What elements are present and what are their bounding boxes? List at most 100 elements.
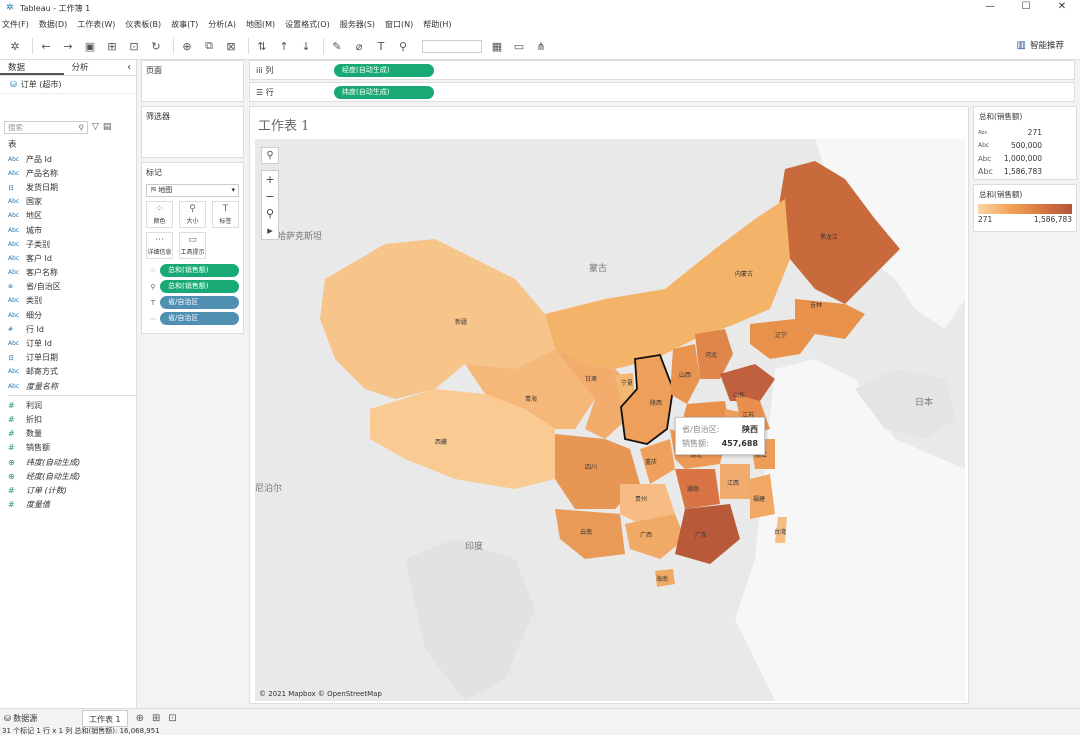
mark-type-dropdown[interactable]: ⛿ 地图 ▾	[146, 184, 239, 197]
dimension-field[interactable]: Abc 城市	[8, 223, 136, 237]
dimension-field[interactable]: Abc 国家	[8, 195, 136, 209]
show-labels-icon[interactable]: T	[372, 37, 390, 55]
minimize-button[interactable]: —	[972, 0, 1008, 16]
cards-column: 页面 筛选器 标记 ⛿ 地图 ▾ ⁘ 颜色 ⚲ 大小 T 标签 ⋯ 详细信息 ▭ 工具提示 ⁘ 总和…	[137, 60, 247, 708]
measure-field[interactable]: # 利润	[8, 398, 136, 412]
menu-dashboard[interactable]: 仪表板(B)	[125, 19, 161, 30]
redo-icon[interactable]: →	[59, 37, 77, 55]
pages-card[interactable]: 页面	[141, 60, 244, 102]
refresh-icon[interactable]: ↻	[147, 37, 165, 55]
measure-field[interactable]: # 数量	[8, 427, 136, 441]
new-datasource-icon[interactable]: ⊞	[103, 37, 121, 55]
sort-asc-icon[interactable]: ↑	[275, 37, 293, 55]
close-button[interactable]: ✕	[1044, 0, 1080, 16]
menu-server[interactable]: 服务器(S)	[340, 19, 375, 30]
menu-map[interactable]: 地图(M)	[246, 19, 275, 30]
menu-format[interactable]: 设置格式(O)	[285, 19, 330, 30]
mark-pill[interactable]: 省/自治区	[160, 312, 239, 325]
tab-analysis[interactable]: 分析	[64, 60, 128, 75]
new-story-tab-icon[interactable]: ⊡	[168, 713, 176, 724]
presentation-icon[interactable]: ▭	[510, 37, 528, 55]
datasource-tab[interactable]: ⛁ 数据源	[0, 713, 82, 724]
mark-button[interactable]: ⚲ 大小	[179, 201, 206, 228]
datasource-item[interactable]: ⛁ 订单 (超市)	[0, 76, 136, 94]
dimension-field[interactable]: Abc 地区	[8, 209, 136, 223]
rows-shelf[interactable]: ☰ 行 纬度(自动生成)	[249, 82, 1075, 102]
maximize-button[interactable]: ☐	[1008, 0, 1044, 16]
mark-pill[interactable]: 省/自治区	[160, 296, 239, 309]
menu-worksheet[interactable]: 工作表(W)	[77, 19, 115, 30]
new-dashboard-tab-icon[interactable]: ⊞	[152, 713, 160, 724]
dimension-field[interactable]: # 行 Id	[8, 322, 136, 336]
menu-data[interactable]: 数据(D)	[39, 19, 67, 30]
pin-icon[interactable]: ⚲	[394, 37, 412, 55]
swap-icon[interactable]: ⇅	[253, 37, 271, 55]
new-worksheet-tab-icon[interactable]: ⊕	[136, 713, 144, 724]
new-worksheet-icon[interactable]: ⊕	[178, 37, 196, 55]
sort-desc-icon[interactable]: ↓	[297, 37, 315, 55]
highlight-icon[interactable]: ✎	[328, 37, 346, 55]
measure-field[interactable]: # 订单 (计数)	[8, 483, 136, 497]
size-legend[interactable]: 总和(销售额) Abc 271 Abc 500,000 Abc 1,000,000 A…	[973, 106, 1077, 180]
rows-pill[interactable]: 纬度(自动生成)	[334, 85, 434, 99]
mark-button[interactable]: T 标签	[212, 201, 239, 228]
measure-field[interactable]: # 度量值	[8, 498, 136, 512]
fit-dropdown[interactable]	[422, 39, 482, 53]
measure-field[interactable]: # 销售额	[8, 441, 136, 455]
sheet-tab[interactable]: 工作表 1	[82, 709, 128, 727]
mark-button[interactable]: ⋯ 详细信息	[146, 232, 173, 259]
map-canvas[interactable]: 蒙古 日本 印度 哈萨克斯坦 尼泊尔 黑龙江 吉林 辽宁 内蒙古 新疆 西藏 青…	[255, 139, 965, 701]
menu-story[interactable]: 故事(T)	[171, 19, 198, 30]
tab-data[interactable]: 数据	[0, 60, 64, 75]
pin-map-icon[interactable]: ⚲	[262, 205, 278, 222]
dimension-field[interactable]: Abc 客户 Id	[8, 251, 136, 265]
zoom-in-icon[interactable]: +	[262, 171, 278, 188]
menu-file[interactable]: 文件(F)	[2, 19, 29, 30]
mark-button[interactable]: ⁘ 颜色	[146, 201, 173, 228]
expand-tools-icon[interactable]: ▸	[262, 222, 278, 239]
dimension-field[interactable]: Abc 订单 Id	[8, 336, 136, 350]
zoom-out-icon[interactable]: −	[262, 188, 278, 205]
measure-field[interactable]: # 折扣	[8, 412, 136, 426]
mark-pill[interactable]: 总和(销售额)	[160, 280, 239, 293]
collapse-icon[interactable]: ‹	[127, 60, 136, 75]
save-icon[interactable]: ▣	[81, 37, 99, 55]
menu-window[interactable]: 窗口(N)	[385, 19, 413, 30]
sheet-title[interactable]: 工作表 1	[258, 115, 309, 134]
measure-field[interactable]: ⊕ 纬度(自动生成)	[8, 455, 136, 469]
dimension-field[interactable]: 日 发货日期	[8, 180, 136, 194]
undo-icon[interactable]: ←	[37, 37, 55, 55]
share-icon[interactable]: ⋔	[532, 37, 550, 55]
pause-updates-icon[interactable]: ⊡	[125, 37, 143, 55]
clear-sheet-icon[interactable]: ⊠	[222, 37, 240, 55]
mark-button[interactable]: ▭ 工具提示	[179, 232, 206, 259]
view-toggle-icon[interactable]: ▤	[103, 122, 112, 132]
tableau-icon[interactable]: ✲	[6, 37, 24, 55]
map-search-icon[interactable]: ⚲	[261, 147, 279, 164]
menu-analysis[interactable]: 分析(A)	[208, 19, 236, 30]
filter-icon[interactable]: ▽	[92, 122, 99, 132]
smart-recommend-button[interactable]: ▥ 智能推荐	[1017, 39, 1064, 52]
field-search-input[interactable]: 搜索 ⚲	[4, 120, 88, 134]
show-me-chart-icon[interactable]: ▦	[488, 37, 506, 55]
group-icon[interactable]: ⌀	[350, 37, 368, 55]
dimension-field[interactable]: Abc 产品名称	[8, 166, 136, 180]
dimension-field[interactable]: ⊕ 省/自治区	[8, 280, 136, 294]
dimension-field[interactable]: Abc 细分	[8, 308, 136, 322]
mark-pill[interactable]: 总和(销售额)	[160, 264, 239, 277]
map-copyright[interactable]: © 2021 Mapbox © OpenStreetMap	[259, 690, 382, 698]
menu-help[interactable]: 帮助(H)	[423, 19, 451, 30]
dimension-field[interactable]: 日 订单日期	[8, 351, 136, 365]
color-legend[interactable]: 总和(销售额) 271 1,586,783	[973, 184, 1077, 232]
dimension-field[interactable]: Abc 度量名称	[8, 379, 136, 393]
dimension-field[interactable]: Abc 类别	[8, 294, 136, 308]
dimension-field[interactable]: Abc 子类别	[8, 237, 136, 251]
dimension-field[interactable]: Abc 邮寄方式	[8, 365, 136, 379]
duplicate-sheet-icon[interactable]: ⧉	[200, 37, 218, 55]
columns-pill[interactable]: 经度(自动生成)	[334, 63, 434, 77]
columns-shelf[interactable]: iii 列 经度(自动生成)	[249, 60, 1075, 80]
dimension-field[interactable]: Abc 产品 Id	[8, 152, 136, 166]
dimension-field[interactable]: Abc 客户名称	[8, 266, 136, 280]
measure-field[interactable]: ⊕ 经度(自动生成)	[8, 469, 136, 483]
filters-card[interactable]: 筛选器	[141, 106, 244, 158]
